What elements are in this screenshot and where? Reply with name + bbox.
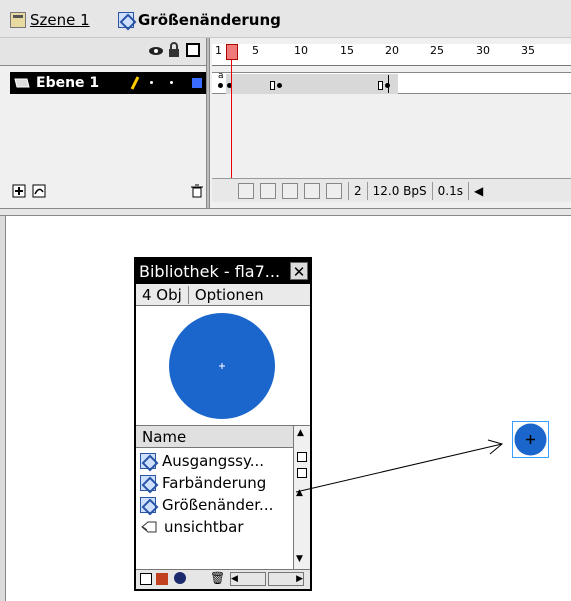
frame-label-marker: a (218, 71, 224, 81)
onion-skin-button[interactable] (260, 182, 276, 199)
visibility-dot[interactable] (150, 81, 153, 84)
list-item[interactable]: Ausgangssy... (136, 450, 293, 472)
add-layer-icon[interactable] (12, 184, 26, 198)
annotation-arrow (295, 439, 504, 493)
layer-color-swatch[interactable] (192, 78, 202, 88)
preview-circle (169, 313, 275, 419)
scroll-left-arrow-icon[interactable]: ◀ (467, 181, 528, 200)
instance-circle (514, 423, 547, 456)
timeline-panel: Ebene 1 1 5 10 15 20 25 30 35 a 2 12.0 B… (0, 38, 571, 208)
scene-icon (10, 12, 26, 28)
library-menubar: 4 Obj Optionen (136, 284, 310, 306)
symbol-crumb[interactable]: Größenänderung (118, 9, 281, 31)
selected-instance[interactable] (512, 421, 549, 458)
list-item-label[interactable]: Größenänder... (162, 496, 273, 514)
properties-icon[interactable] (174, 572, 186, 584)
options-menu[interactable]: Optionen (189, 286, 270, 304)
symbol-crumb-label[interactable]: Größenänderung (138, 11, 281, 29)
name-column-header[interactable]: Name (136, 426, 293, 448)
eye-icon[interactable] (148, 44, 164, 58)
list-item[interactable]: Größenänder... (136, 494, 293, 516)
playhead[interactable] (226, 44, 238, 60)
layer-header (0, 38, 210, 66)
scroll-right-arrow-icon[interactable]: ▶ (268, 572, 304, 586)
layer-name[interactable]: Ebene 1 (36, 75, 99, 91)
list-item-label[interactable]: unsichtbar (164, 518, 244, 536)
layer-icon (14, 78, 30, 88)
timeline-divider[interactable] (206, 38, 210, 208)
library-title: Bibliothek - fla7... (139, 262, 281, 281)
current-frame: 2 (348, 181, 367, 200)
delete-icon[interactable]: 🗑 (210, 571, 225, 585)
scene-crumb[interactable]: Szene 1 (10, 9, 90, 31)
lock-icon[interactable] (168, 42, 180, 58)
library-titlebar[interactable]: Bibliothek - fla7... ✕ (136, 259, 310, 284)
elapsed-time: 0.1s (431, 181, 468, 200)
scene-crumb-label[interactable]: Szene 1 (30, 11, 90, 29)
library-footer: 🗑 ◀ ▶ (136, 569, 310, 589)
onion-outline-button[interactable] (282, 182, 298, 199)
add-guide-layer-icon[interactable] (32, 184, 46, 198)
frame-ruler[interactable]: 1 5 10 15 20 25 30 35 (212, 44, 571, 66)
ruler-tick: 30 (476, 44, 490, 57)
stage-left-edge (0, 216, 6, 601)
playhead-line (231, 60, 232, 188)
new-folder-icon[interactable] (156, 573, 168, 585)
list-item-label[interactable]: Farbänderung (162, 474, 266, 492)
keyframe[interactable] (218, 83, 223, 88)
layer-list-empty (10, 94, 210, 182)
movieclip-icon (118, 12, 134, 28)
flash-authoring-window: Szene 1 Größenänderung Ebene 1 1 5 10 15… (0, 0, 571, 601)
list-item-label[interactable]: Ausgangssy... (162, 452, 264, 470)
movieclip-icon (140, 475, 156, 491)
ruler-tick: 5 (252, 44, 259, 57)
layer-controls (10, 182, 210, 202)
new-symbol-icon[interactable] (140, 573, 152, 585)
movieclip-icon (140, 453, 156, 469)
horizontal-scroll[interactable]: ◀ (230, 572, 266, 586)
scroll-down-arrow-icon[interactable]: ▼ (296, 554, 303, 564)
end-frame[interactable] (270, 81, 275, 90)
lock-dot[interactable] (170, 81, 173, 84)
library-panel: Bibliothek - fla7... ✕ 4 Obj Optionen Na… (134, 257, 312, 591)
keyframe[interactable] (277, 83, 282, 88)
ruler-tick: 1 (215, 44, 222, 57)
list-item[interactable]: Farbänderung (136, 472, 293, 494)
object-count: 4 Obj (136, 285, 189, 304)
tween-span (226, 74, 398, 94)
timeline-status-bar: 2 12.0 BpS 0.1s ◀ (212, 178, 571, 202)
onion-markers-button[interactable] (326, 182, 342, 199)
library-list: Name Ausgangssy... Farbänderung Größenän… (136, 426, 310, 589)
edit-bar: Szene 1 Größenänderung (0, 0, 571, 38)
movieclip-icon (140, 497, 156, 513)
edit-multiple-frames-button[interactable] (304, 182, 320, 199)
frame-rate: 12.0 BpS (366, 181, 432, 200)
list-item[interactable]: unsichtbar (136, 516, 293, 538)
close-icon[interactable]: ✕ (290, 262, 308, 281)
center-frame-button[interactable] (238, 182, 254, 199)
ruler-tick: 15 (340, 44, 354, 57)
name-header-label[interactable]: Name (142, 428, 186, 446)
ruler-tick: 25 (430, 44, 444, 57)
ruler-tick: 35 (521, 44, 535, 57)
trash-icon[interactable] (190, 184, 204, 198)
layer-row[interactable]: Ebene 1 (10, 72, 210, 94)
timeline-stage-splitter[interactable] (0, 208, 571, 216)
ruler-tick: 20 (385, 44, 399, 57)
end-frame[interactable] (378, 81, 383, 90)
frame-end-line (388, 75, 389, 93)
library-preview (136, 306, 310, 426)
ruler-tick: 10 (294, 44, 308, 57)
outline-icon[interactable] (186, 43, 200, 57)
pencil-icon (130, 76, 140, 90)
button-icon (141, 521, 157, 533)
frame-row[interactable]: a (212, 71, 571, 94)
